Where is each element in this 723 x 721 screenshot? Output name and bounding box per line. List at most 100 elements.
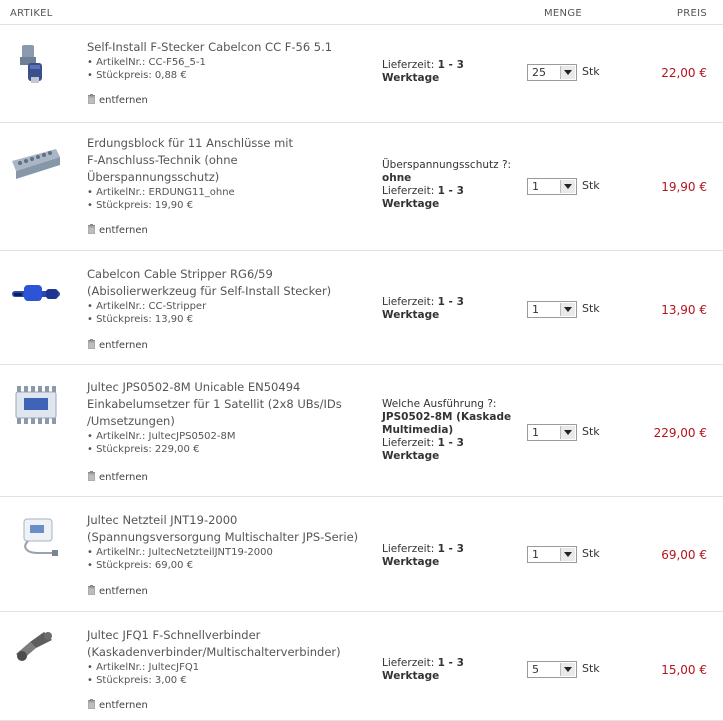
quantity-select[interactable]: 1 bbox=[527, 546, 577, 563]
shipping-info: Überspannungsschutz ?: ohne Lieferzeit: 1 … bbox=[382, 159, 522, 211]
product-title-line[interactable]: Überspannungsschutz) bbox=[87, 169, 377, 186]
cart-item-row: Self-Install F-Stecker Cabelcon CC F-56 … bbox=[0, 25, 723, 123]
shipping-line: Werktage bbox=[382, 556, 440, 568]
unit-label: Stk bbox=[582, 65, 600, 78]
article-number: • ArtikelNr.: ERDUNG11_ohne bbox=[87, 187, 235, 198]
shipping-line: ohne bbox=[382, 172, 412, 184]
chevron-down-icon[interactable] bbox=[560, 180, 575, 193]
remove-button[interactable]: entfernen bbox=[87, 585, 148, 597]
shipping-line: Werktage bbox=[382, 309, 440, 321]
shipping-line: Lieferzeit: 1 - 3 bbox=[382, 543, 464, 555]
product-title-line[interactable]: F-Anschluss-Technik (ohne bbox=[87, 152, 377, 169]
product-info: Jultec JPS0502-8M Unicable EN50494 Einkab… bbox=[87, 379, 377, 456]
product-title-line[interactable]: Cabelcon Cable Stripper RG6/59 bbox=[87, 266, 377, 283]
quantity-value: 1 bbox=[532, 180, 539, 193]
cable-stripper-image[interactable] bbox=[8, 269, 64, 319]
unit-price: • Stückpreis: 13,90 € bbox=[87, 314, 194, 325]
product-title-line[interactable]: Einkabelumsetzer für 1 Satellit (2x8 UBs… bbox=[87, 396, 377, 413]
remove-button[interactable]: entfernen bbox=[87, 471, 148, 483]
shipping-line: Multimedia) bbox=[382, 424, 454, 436]
grounding-block-image[interactable] bbox=[8, 139, 64, 189]
unit-price: • Stückpreis: 3,00 € bbox=[87, 675, 187, 686]
shipping-line: Lieferzeit: 1 - 3 bbox=[382, 59, 464, 71]
remove-button[interactable]: entfernen bbox=[87, 224, 148, 236]
shipping-line: Lieferzeit: 1 - 3 bbox=[382, 657, 464, 669]
trash-icon bbox=[87, 224, 96, 235]
quantity-value: 25 bbox=[532, 66, 546, 79]
product-info: Erdungsblock für 11 Anschlüsse mit F-Ansc… bbox=[87, 135, 377, 212]
quantity-select[interactable]: 1 bbox=[527, 424, 577, 441]
power-supply-image[interactable] bbox=[8, 511, 64, 561]
unit-label: Stk bbox=[582, 425, 600, 438]
quick-connector-image[interactable] bbox=[8, 624, 64, 674]
line-total-price: 13,90 € bbox=[661, 303, 707, 317]
remove-button[interactable]: entfernen bbox=[87, 699, 148, 711]
remove-label: entfernen bbox=[99, 95, 148, 106]
product-info: Cabelcon Cable Stripper RG6/59 (Abisolier… bbox=[87, 266, 377, 326]
remove-button[interactable]: entfernen bbox=[87, 94, 148, 106]
quantity-value: 1 bbox=[532, 426, 539, 439]
quantity-select[interactable]: 5 bbox=[527, 661, 577, 678]
shipping-line: Werktage bbox=[382, 198, 440, 210]
quantity-select[interactable]: 1 bbox=[527, 301, 577, 318]
product-title-line[interactable]: Erdungsblock für 11 Anschlüsse mit bbox=[87, 135, 377, 152]
product-title-line[interactable]: (Abisolierwerkzeug für Self-Install Stec… bbox=[87, 283, 377, 300]
shipping-info: Lieferzeit: 1 - 3 Werktage bbox=[382, 59, 522, 85]
article-number: • ArtikelNr.: CC-Stripper bbox=[87, 301, 207, 312]
quantity-value: 1 bbox=[532, 548, 539, 561]
shipping-info: Lieferzeit: 1 - 3 Werktage bbox=[382, 543, 522, 569]
shipping-info: Welche Ausführung ?: JPS0502-8M (Kaskade M… bbox=[382, 398, 522, 463]
unit-label: Stk bbox=[582, 179, 600, 192]
shipping-info: Lieferzeit: 1 - 3 Werktage bbox=[382, 296, 522, 322]
product-title-line[interactable]: Self-Install F-Stecker Cabelcon CC F-56 … bbox=[87, 39, 377, 56]
cart-item-row: Jultec JFQ1 F-Schnellverbinder (Kaskadenv… bbox=[0, 612, 723, 721]
remove-label: entfernen bbox=[99, 225, 148, 236]
cart-item-row: Jultec Netzteil JNT19-2000 (Spannungsvers… bbox=[0, 497, 723, 612]
cart-item-row: Jultec JPS0502-8M Unicable EN50494 Einkab… bbox=[0, 365, 723, 497]
remove-label: entfernen bbox=[99, 472, 148, 483]
product-title-line[interactable]: Jultec Netzteil JNT19-2000 bbox=[87, 512, 377, 529]
line-total-price: 15,00 € bbox=[661, 663, 707, 677]
chevron-down-icon[interactable] bbox=[560, 303, 575, 316]
remove-label: entfernen bbox=[99, 586, 148, 597]
unit-label: Stk bbox=[582, 302, 600, 315]
product-info: Self-Install F-Stecker Cabelcon CC F-56 … bbox=[87, 39, 377, 82]
product-title-line[interactable]: /Umsetzungen) bbox=[87, 413, 377, 430]
remove-button[interactable]: entfernen bbox=[87, 339, 148, 351]
chevron-down-icon[interactable] bbox=[560, 426, 575, 439]
header-menge: MENGE bbox=[544, 8, 582, 19]
header-artikel: ARTIKEL bbox=[10, 8, 53, 19]
product-info: Jultec JFQ1 F-Schnellverbinder (Kaskadenv… bbox=[87, 627, 377, 687]
line-total-price: 69,00 € bbox=[661, 548, 707, 562]
product-title-line[interactable]: Jultec JPS0502-8M Unicable EN50494 bbox=[87, 379, 377, 396]
connector-image[interactable] bbox=[8, 39, 64, 89]
unit-price: • Stückpreis: 19,90 € bbox=[87, 200, 194, 211]
remove-label: entfernen bbox=[99, 340, 148, 351]
product-title-line[interactable]: (Spannungsversorgung Multischalter JPS-S… bbox=[87, 529, 377, 546]
shipping-line: Werktage bbox=[382, 72, 440, 84]
shipping-line: Überspannungsschutz ?: bbox=[382, 159, 512, 171]
product-title-line[interactable]: (Kaskadenverbinder/Multischalterverbinde… bbox=[87, 644, 377, 661]
quantity-value: 1 bbox=[532, 303, 539, 316]
article-number: • ArtikelNr.: JultecNetzteilJNT19-2000 bbox=[87, 547, 273, 558]
quantity-value: 5 bbox=[532, 663, 539, 676]
shipping-line: JPS0502-8M (Kaskade bbox=[382, 411, 512, 423]
chevron-down-icon[interactable] bbox=[560, 548, 575, 561]
shipping-line: Werktage bbox=[382, 450, 440, 462]
shipping-line: Werktage bbox=[382, 670, 440, 682]
cart-item-row: Cabelcon Cable Stripper RG6/59 (Abisolier… bbox=[0, 251, 723, 365]
trash-icon bbox=[87, 94, 96, 105]
quantity-select[interactable]: 25 bbox=[527, 64, 577, 81]
shipping-info: Lieferzeit: 1 - 3 Werktage bbox=[382, 657, 522, 683]
chevron-down-icon[interactable] bbox=[560, 663, 575, 676]
product-info: Jultec Netzteil JNT19-2000 (Spannungsvers… bbox=[87, 512, 377, 572]
multiswitch-image[interactable] bbox=[8, 380, 64, 430]
product-title-line[interactable]: Jultec JFQ1 F-Schnellverbinder bbox=[87, 627, 377, 644]
quantity-select[interactable]: 1 bbox=[527, 178, 577, 195]
unit-label: Stk bbox=[582, 662, 600, 675]
line-total-price: 22,00 € bbox=[661, 66, 707, 80]
cart-header: ARTIKEL MENGE PREIS bbox=[0, 0, 723, 25]
line-total-price: 19,90 € bbox=[661, 180, 707, 194]
unit-price: • Stückpreis: 0,88 € bbox=[87, 70, 187, 81]
chevron-down-icon[interactable] bbox=[560, 66, 575, 79]
